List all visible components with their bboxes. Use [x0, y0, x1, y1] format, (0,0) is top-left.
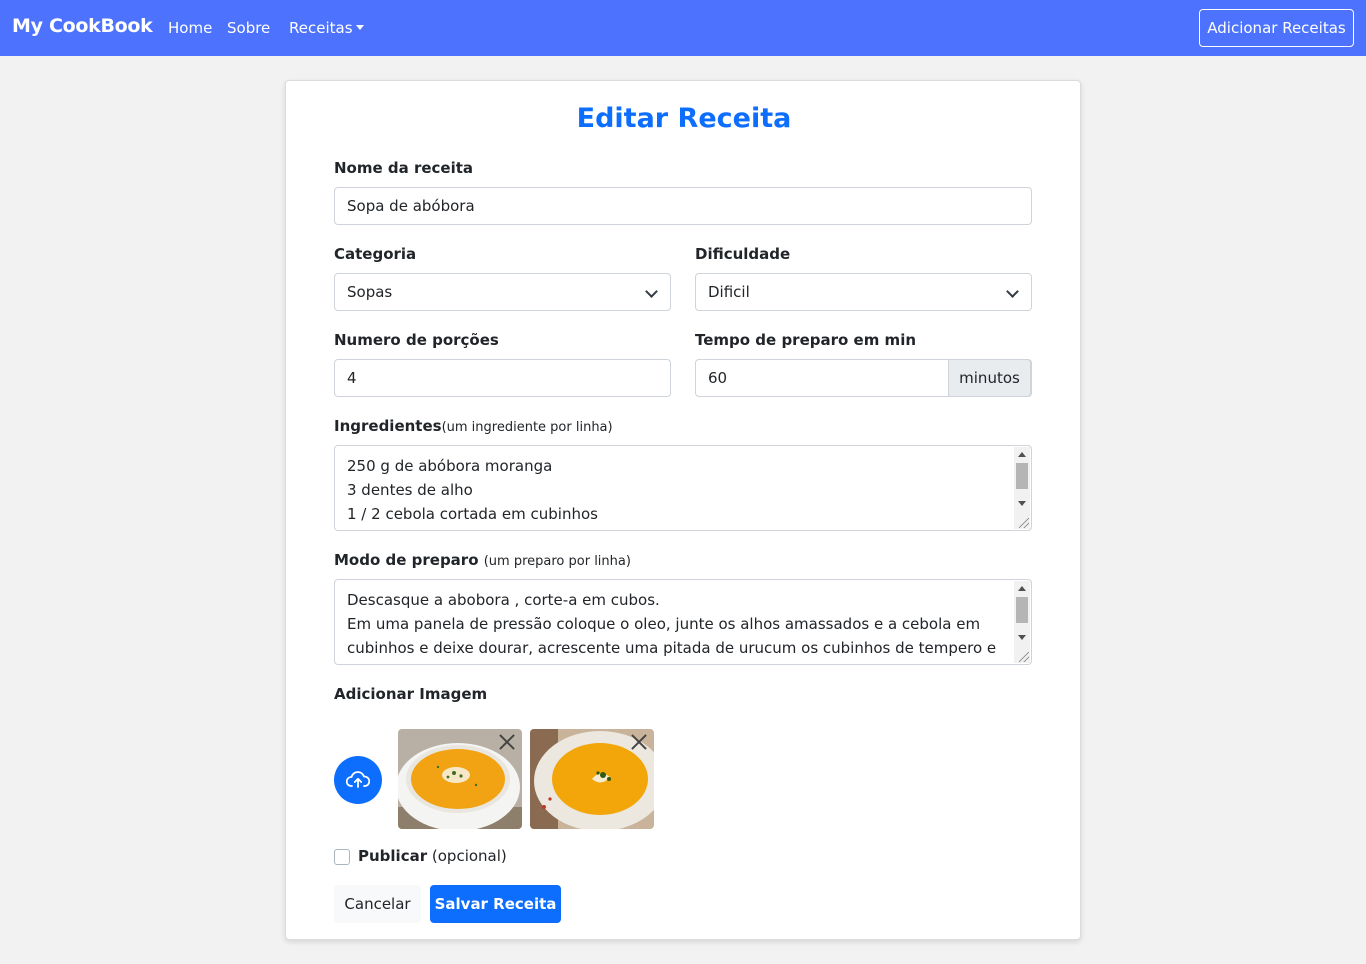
ingredients-label-text: Ingredientes — [334, 417, 442, 435]
save-recipe-button[interactable]: Salvar Receita — [430, 885, 561, 923]
prep-time-value: 60 — [708, 369, 728, 387]
publish-hint: (opcional) — [431, 847, 507, 865]
ingredients-label: Ingredientes(um ingrediente por linha) — [334, 417, 613, 435]
ingredients-hint: (um ingrediente por linha) — [441, 420, 613, 435]
prep-time-suffix: minutos — [948, 359, 1031, 397]
portions-input[interactable]: 4 — [334, 359, 671, 397]
method-line: cubinhos e deixe dourar, acrescente uma … — [347, 639, 997, 657]
method-line: Descasque a abobora , corte-a em cubos. — [347, 591, 660, 609]
ingredients-scrollbar[interactable] — [1014, 447, 1030, 529]
difficulty-select[interactable]: Dificil — [695, 273, 1032, 311]
method-label-text: Modo de preparo — [334, 551, 479, 569]
method-scrollbar[interactable] — [1014, 581, 1030, 663]
chevron-down-icon — [1006, 285, 1019, 298]
publish-checkbox[interactable] — [334, 849, 350, 865]
prep-time-input[interactable]: 60 minutos — [695, 359, 1032, 397]
category-label: Categoria — [334, 245, 417, 263]
scroll-thumb[interactable] — [1016, 463, 1028, 489]
scroll-thumb[interactable] — [1016, 597, 1028, 623]
navbar: My CookBook Home Sobre Receitas Adiciona… — [0, 0, 1366, 56]
scroll-down-icon — [1018, 501, 1026, 506]
scroll-up-icon — [1018, 586, 1026, 591]
portions-value: 4 — [347, 369, 357, 387]
recipe-name-input[interactable]: Sopa de abóbora — [334, 187, 1032, 225]
edit-recipe-card: Editar Receita Nome da receita Sopa de a… — [285, 80, 1081, 940]
remove-image-icon[interactable] — [498, 733, 516, 751]
resize-handle-icon[interactable] — [1019, 652, 1029, 662]
scroll-up-icon — [1018, 452, 1026, 457]
add-recipe-button[interactable]: Adicionar Receitas — [1199, 9, 1354, 47]
category-select[interactable]: Sopas — [334, 273, 671, 311]
upload-image-button[interactable] — [334, 756, 382, 804]
recipe-name-label: Nome da receita — [334, 159, 474, 177]
caret-down-icon — [355, 25, 364, 30]
nav-dropdown-receitas[interactable]: Receitas — [289, 19, 364, 37]
ingredients-textarea[interactable]: 250 g de abóbora moranga 3 dentes de alh… — [334, 445, 1032, 531]
ingredients-line: 250 g de abóbora moranga — [347, 457, 553, 475]
chevron-down-icon — [645, 285, 658, 298]
remove-image-icon[interactable] — [630, 733, 648, 751]
ingredients-line: 1 / 2 cebola cortada em cubinhos — [347, 505, 598, 523]
difficulty-value: Dificil — [708, 283, 750, 301]
nav-link-sobre[interactable]: Sobre — [227, 19, 270, 37]
difficulty-label: Dificuldade — [695, 245, 791, 263]
cloud-upload-icon — [346, 771, 370, 788]
ingredients-line: 3 dentes de alho — [347, 481, 473, 499]
recipe-image-thumbnail[interactable] — [530, 729, 654, 829]
nav-link-home[interactable]: Home — [168, 19, 212, 37]
cancel-button[interactable]: Cancelar — [334, 885, 421, 923]
category-value: Sopas — [347, 283, 393, 301]
add-image-label: Adicionar Imagem — [334, 685, 488, 703]
scroll-down-icon — [1018, 635, 1026, 640]
publish-label[interactable]: Publicar (opcional) — [358, 847, 507, 865]
recipe-name-value: Sopa de abóbora — [347, 197, 475, 215]
portions-label: Numero de porções — [334, 331, 499, 349]
page-title: Editar Receita — [576, 103, 792, 134]
prep-time-label: Tempo de preparo em min — [695, 331, 917, 349]
method-hint: (um preparo por linha) — [483, 554, 631, 569]
method-label: Modo de preparo (um preparo por linha) — [334, 551, 631, 569]
method-textarea[interactable]: Descasque a abobora , corte-a em cubos. … — [334, 579, 1032, 665]
recipe-image-thumbnail[interactable] — [398, 729, 522, 829]
nav-dropdown-label: Receitas — [289, 19, 353, 37]
method-line: Em uma panela de pressão coloque o oleo,… — [347, 615, 981, 633]
resize-handle-icon[interactable] — [1019, 518, 1029, 528]
publish-label-text: Publicar — [358, 847, 428, 865]
brand-logo[interactable]: My CookBook — [12, 15, 153, 37]
